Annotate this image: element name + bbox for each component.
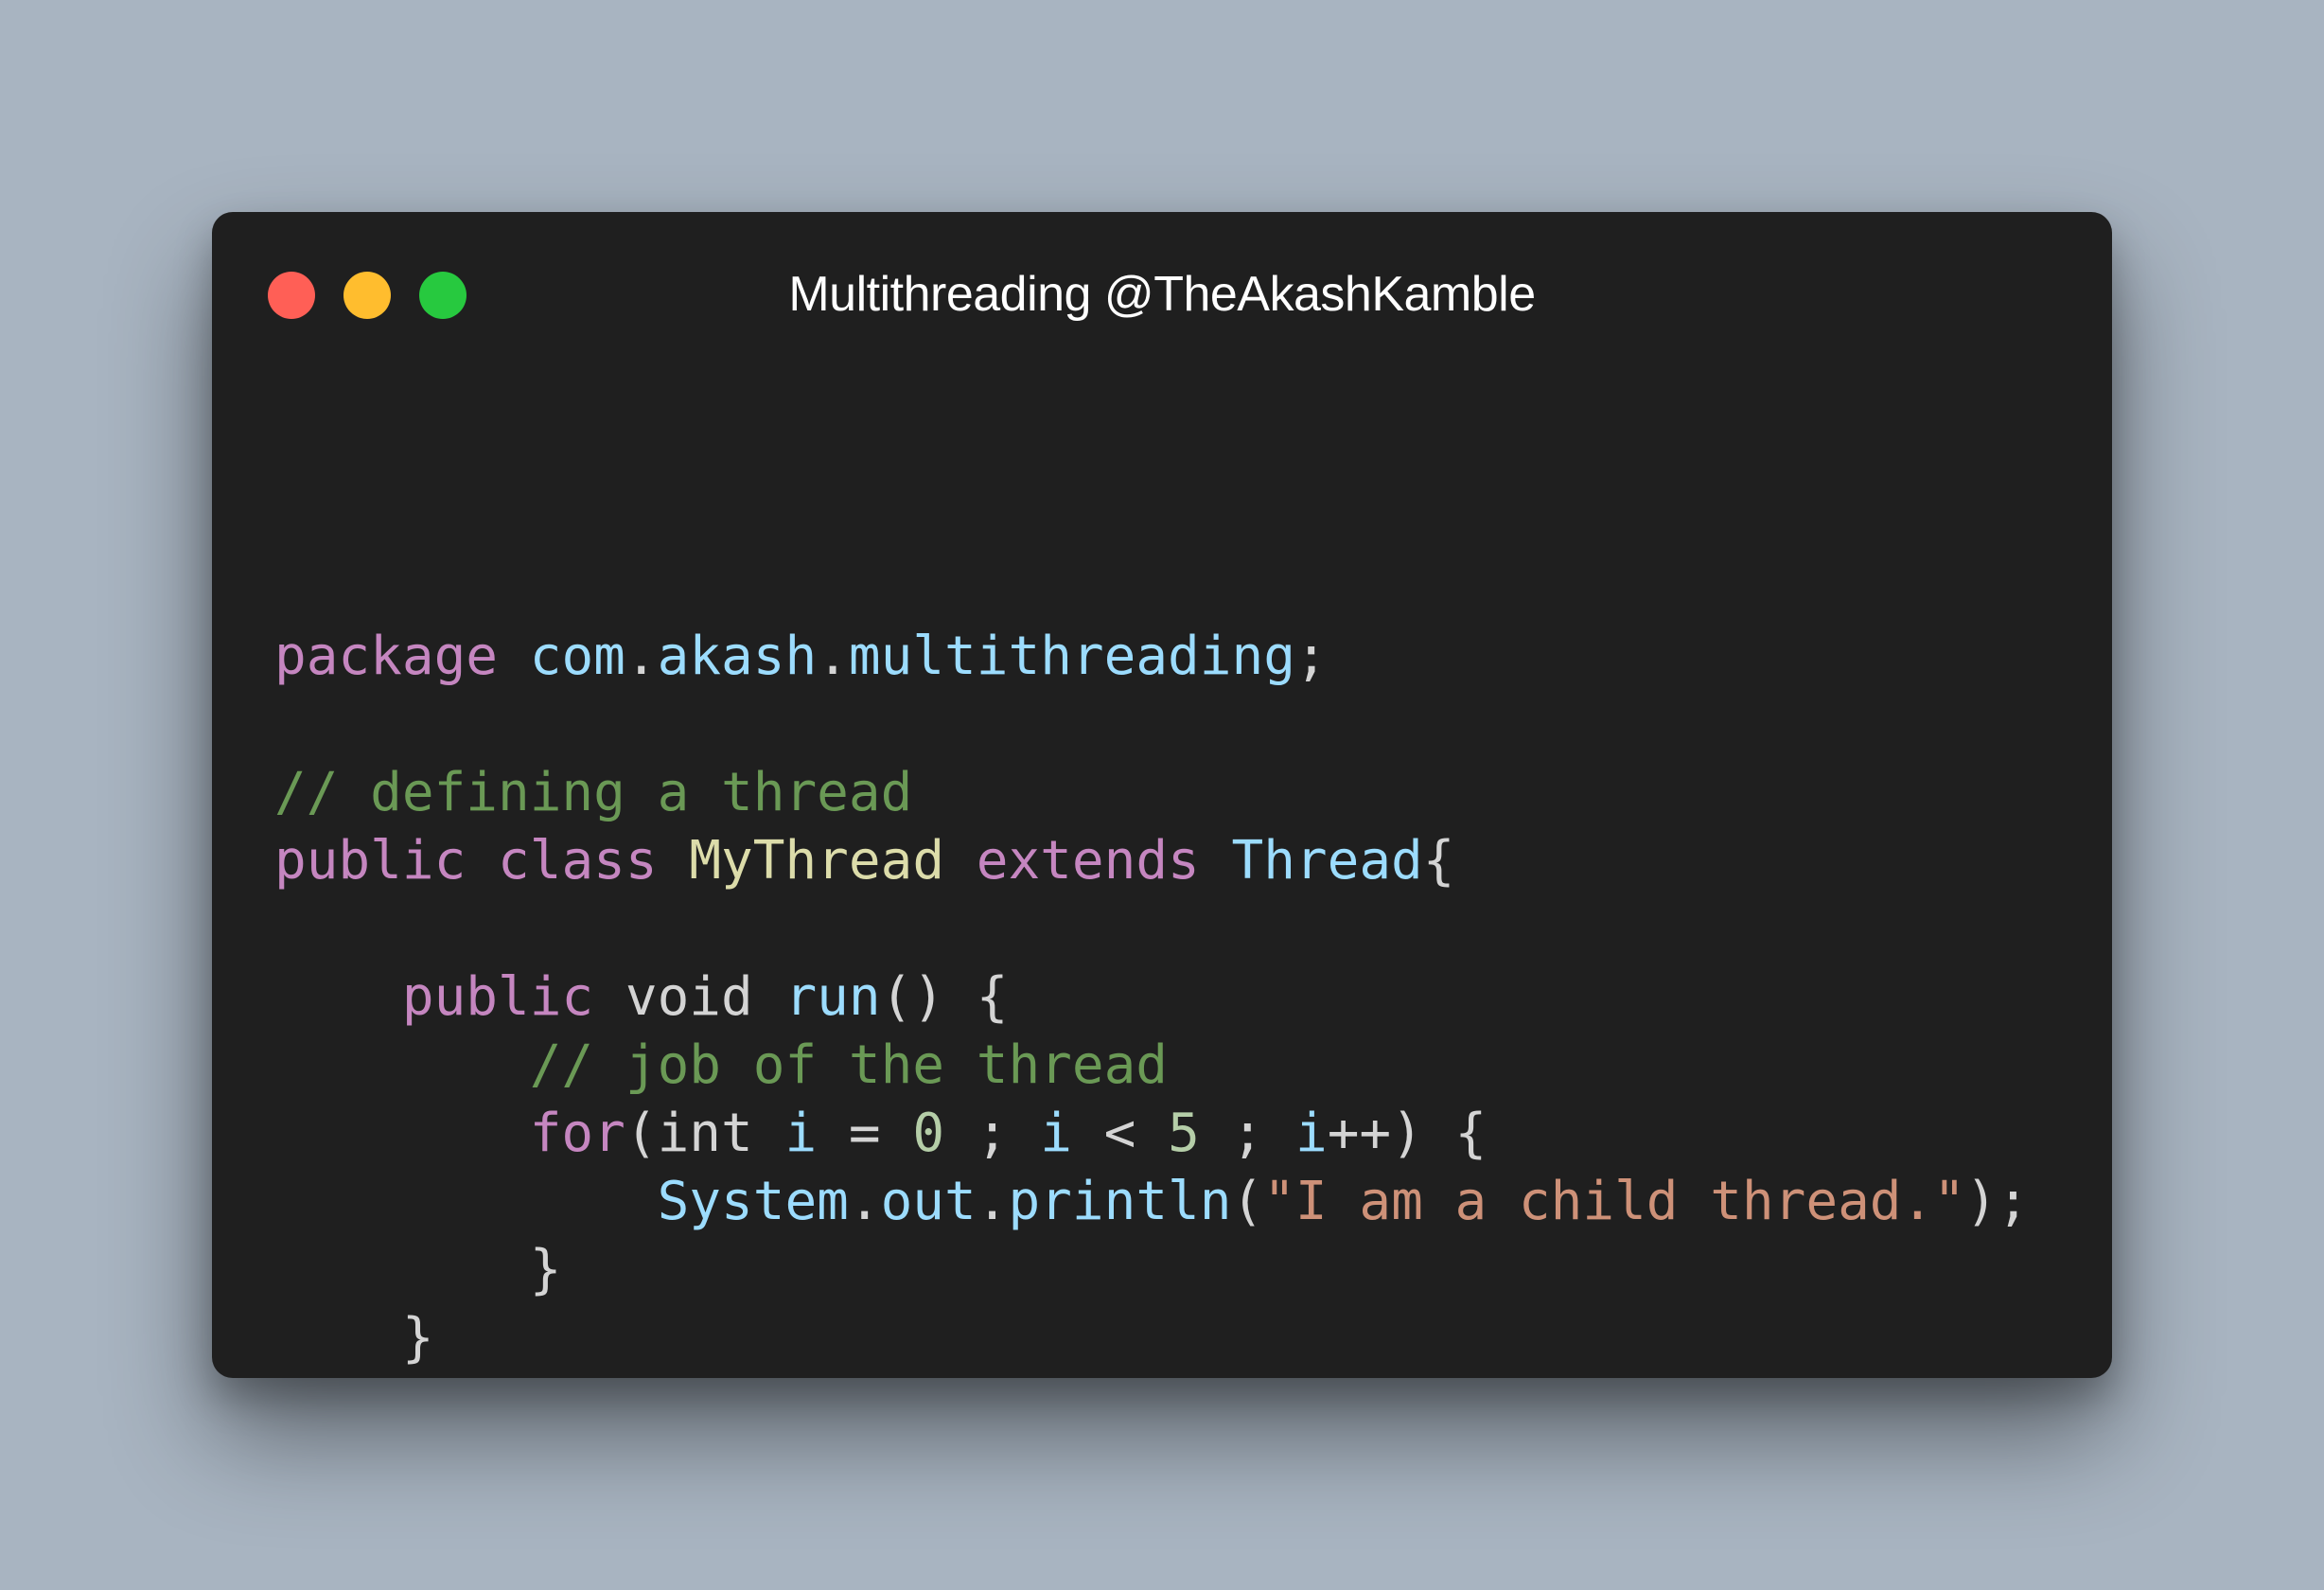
code-token-identifier: out xyxy=(880,1171,977,1232)
code-token-plain: . xyxy=(976,1171,1009,1232)
title-bar: Multithreading @TheAkashKamble xyxy=(212,212,2112,379)
code-line: } xyxy=(274,1372,2029,1378)
code-token-number: 5 xyxy=(1168,1103,1200,1164)
code-token-identifier: multithreading xyxy=(848,626,1295,687)
code-token-identifier: run xyxy=(784,966,881,1028)
code-token-plain: . xyxy=(848,1171,881,1232)
code-line: } xyxy=(274,1304,2029,1372)
code-token-number: 0 xyxy=(912,1103,945,1164)
code-token-plain: ; xyxy=(1199,1103,1295,1164)
code-token-plain: () { xyxy=(880,966,1009,1028)
code-token-plain: } xyxy=(274,1307,434,1369)
code-line: // defining a thread xyxy=(274,759,2029,827)
code-token-keyword: extends xyxy=(976,830,1200,892)
code-token-plain: . xyxy=(817,626,849,687)
code-token-plain: ; xyxy=(944,1103,1041,1164)
code-token-keyword: class xyxy=(498,830,658,892)
code-token-identifier: i xyxy=(1294,1103,1328,1164)
code-token-plain: } xyxy=(274,1239,562,1300)
code-token-identifier: i xyxy=(784,1103,818,1164)
code-token-keyword: public xyxy=(274,830,467,892)
code-token-identifier: com xyxy=(529,626,625,687)
code-line: System.out.println("I am a child thread.… xyxy=(274,1168,2030,1236)
code-token-identifier: Thread xyxy=(1231,830,1423,892)
code-token-plain: } xyxy=(274,1375,307,1378)
code-window: Multithreading @TheAkashKamble package c… xyxy=(212,212,2112,1378)
code-token-plain: ++) { xyxy=(1327,1103,1488,1164)
code-token-plain: < xyxy=(1071,1103,1169,1164)
code-token-comment: // job of the thread xyxy=(529,1034,1169,1096)
code-token-identifier: System xyxy=(657,1171,849,1232)
code-token-string: "I am a child thread." xyxy=(1263,1171,1965,1232)
code-token-identifier: akash xyxy=(657,626,818,687)
code-token-plain: = xyxy=(817,1103,913,1164)
code-block: package com.akash.multithreading;// defi… xyxy=(274,623,2029,1378)
code-token-keyword: for xyxy=(529,1103,625,1164)
code-token-comment: // defining a thread xyxy=(274,762,913,823)
code-line: for(int i = 0 ; i < 5 ; i++) { xyxy=(274,1100,2029,1168)
code-token-plain: ( xyxy=(1231,1171,1264,1232)
code-token-identifier: i xyxy=(1040,1103,1072,1164)
code-line: } xyxy=(274,1236,2029,1304)
code-token-plain: ); xyxy=(1964,1171,2030,1232)
window-title: Multithreading @TheAkashKamble xyxy=(788,267,1536,322)
code-token-plain: ( xyxy=(625,1103,658,1164)
code-token-identifier: println xyxy=(1008,1171,1232,1232)
code-token-keyword: public xyxy=(401,966,594,1028)
code-token-plain: ; xyxy=(1294,626,1328,687)
code-line: package com.akash.multithreading; xyxy=(274,623,2029,691)
code-token-type-name: MyThread xyxy=(689,830,945,892)
code-token-keyword: package xyxy=(274,626,499,687)
code-token-plain: void xyxy=(625,966,753,1028)
code-token-plain: { xyxy=(1422,830,1455,892)
code-line: public void run() { xyxy=(274,963,2029,1032)
code-line: public class MyThread extends Thread{ xyxy=(274,827,2029,895)
code-token-plain: int xyxy=(657,1103,753,1164)
code-line: // job of the thread xyxy=(274,1032,2029,1100)
code-token-plain: . xyxy=(625,626,658,687)
